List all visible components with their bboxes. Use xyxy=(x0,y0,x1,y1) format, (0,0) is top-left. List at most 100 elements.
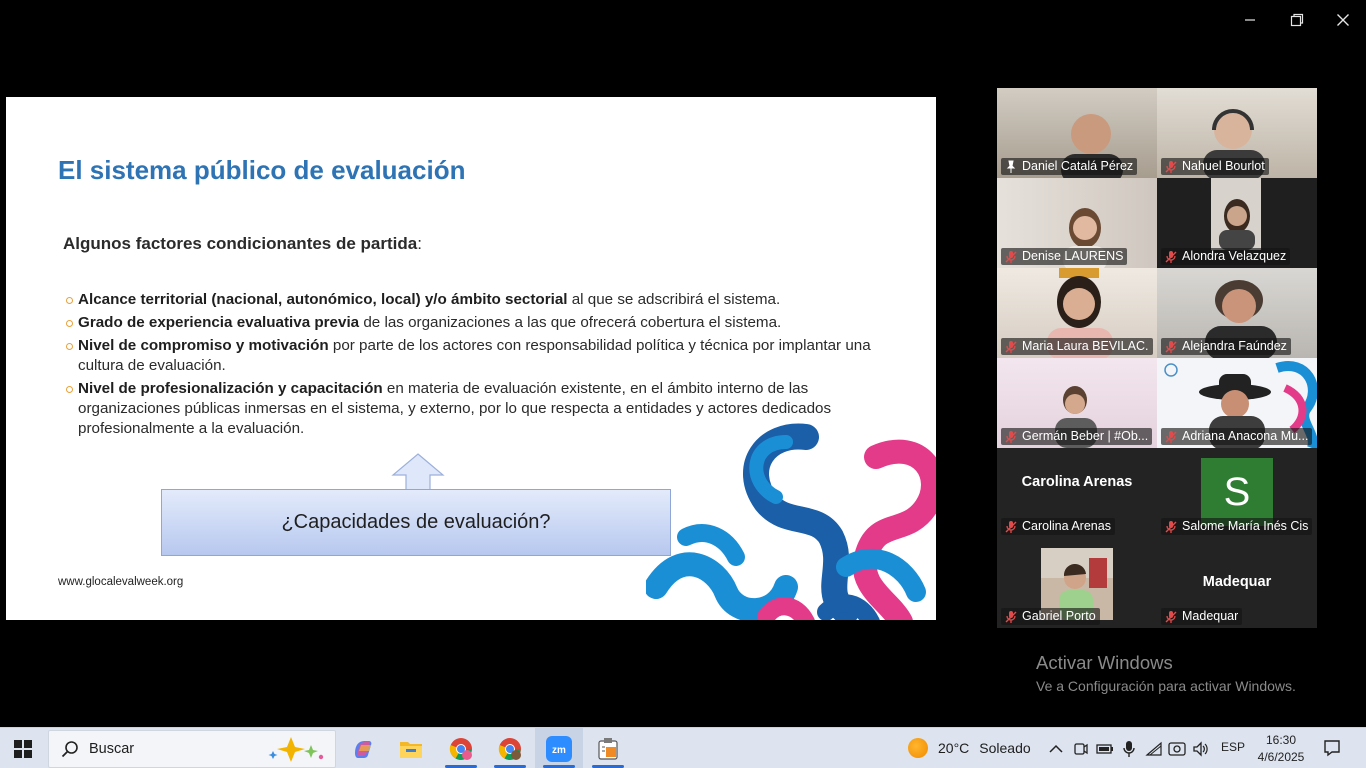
participant-tile[interactable]: Germán Beber | #Ob... xyxy=(997,358,1157,448)
language-indicator[interactable]: ESP xyxy=(1221,740,1245,754)
start-button[interactable] xyxy=(14,740,32,763)
up-arrow-shape xyxy=(391,453,445,491)
taskbar-search[interactable]: Buscar xyxy=(48,730,336,768)
participant-name: Maria Laura BEVILAC... xyxy=(1022,339,1149,353)
participant-label: Carolina Arenas xyxy=(1001,518,1115,535)
weather-temp: 20°C xyxy=(938,740,970,756)
participant-display-name: Carolina Arenas xyxy=(1021,474,1133,490)
muted-mic-icon xyxy=(1005,430,1017,443)
participant-name: Alejandra Faúndez xyxy=(1182,339,1287,353)
participant-tile[interactable]: Adriana Anacona Mu... xyxy=(1157,358,1317,448)
participant-label: Denise LAURENS xyxy=(1001,248,1128,265)
participant-tile[interactable]: S Salome María Inés Cis xyxy=(1157,448,1317,538)
subtitle-bold: Algunos factores condicionantes de parti… xyxy=(63,234,418,253)
copilot-icon xyxy=(355,740,372,758)
copilot-button[interactable] xyxy=(339,728,387,768)
participant-label: Alondra Velazquez xyxy=(1161,248,1291,265)
restore-icon[interactable] xyxy=(1285,8,1309,32)
muted-mic-icon xyxy=(1165,160,1177,173)
desktop-screen: El sistema público de evaluación Algunos… xyxy=(0,0,1366,768)
chevron-up-icon[interactable] xyxy=(1047,740,1065,758)
meet-icon[interactable] xyxy=(1072,740,1090,758)
microphone-icon[interactable] xyxy=(1120,740,1138,758)
participant-label: Salome María Inés Cis xyxy=(1161,518,1313,535)
chrome-button[interactable] xyxy=(437,728,485,768)
windows-logo-icon xyxy=(14,740,32,758)
participant-tile[interactable]: Alejandra Faúndez xyxy=(1157,268,1317,358)
muted-mic-icon xyxy=(1005,340,1017,353)
chrome-profile-icon xyxy=(498,737,521,760)
participant-label: Madequar xyxy=(1161,608,1243,625)
participant-tile[interactable]: Alondra Velazquez xyxy=(1157,178,1317,268)
participant-name: Alondra Velazquez xyxy=(1182,249,1287,263)
avatar: S xyxy=(1201,458,1273,526)
participant-name: Germán Beber | #Ob... xyxy=(1022,429,1149,443)
participant-label: Adriana Anacona Mu... xyxy=(1161,428,1313,445)
pin-icon xyxy=(1006,160,1016,173)
bullet-item: Nivel de compromiso y motivación por par… xyxy=(66,336,896,376)
activation-subtitle: Ve a Configuración para activar Windows. xyxy=(1036,678,1296,694)
bullet-text: al que se adscribirá el sistema. xyxy=(567,291,781,308)
subtitle-colon: : xyxy=(417,234,422,253)
camera-icon[interactable] xyxy=(1168,740,1186,758)
muted-mic-icon xyxy=(1165,430,1177,443)
clock-date: 4/6/2025 xyxy=(1257,750,1305,764)
taskbar: Buscar zm 20°C Soleado ESP 16:30 4/6/202… xyxy=(0,727,1366,768)
participant-label: Germán Beber | #Ob... xyxy=(1001,428,1153,445)
participants-gallery: Daniel Catalá Pérez Nahuel Bourlot Denis… xyxy=(997,88,1317,628)
zoom-button[interactable]: zm xyxy=(535,728,583,768)
search-placeholder: Buscar xyxy=(89,741,135,757)
file-explorer-icon xyxy=(400,741,422,758)
bullet-bold: Nivel de compromiso y motivación xyxy=(78,337,329,354)
sun-icon xyxy=(908,738,928,758)
participant-label: Alejandra Faúndez xyxy=(1161,338,1291,355)
participant-tile[interactable]: Maria Laura BEVILAC... xyxy=(997,268,1157,358)
wifi-icon[interactable] xyxy=(1145,740,1163,758)
notepad-button[interactable] xyxy=(584,728,632,768)
search-highlight-icon xyxy=(268,737,324,762)
slide-title: El sistema público de evaluación xyxy=(58,155,466,185)
notification-icon[interactable] xyxy=(1323,739,1341,762)
muted-mic-icon xyxy=(1005,250,1017,263)
minimize-icon[interactable] xyxy=(1238,8,1262,32)
participant-name: Adriana Anacona Mu... xyxy=(1182,429,1309,443)
bullet-item: Alcance territorial (nacional, autonómic… xyxy=(66,290,896,310)
weather-widget[interactable]: 20°C Soleado xyxy=(908,738,1031,758)
clock[interactable]: 16:30 4/6/2025 xyxy=(1253,732,1309,766)
capacities-box: ¿Capacidades de evaluación? xyxy=(161,489,671,556)
participant-display-name: Madequar xyxy=(1202,574,1272,590)
participant-name: Daniel Catalá Pérez xyxy=(1022,159,1134,173)
bullet-text: de las organizaciones a las que ofrecerá… xyxy=(359,314,782,331)
slide-url: www.glocalevalweek.org xyxy=(58,576,184,588)
participant-tile[interactable]: Nahuel Bourlot xyxy=(1157,88,1317,178)
participant-label: Maria Laura BEVILAC... xyxy=(1001,338,1153,355)
participant-tile[interactable]: Daniel Catalá Pérez xyxy=(997,88,1157,178)
participant-name: Nahuel Bourlot xyxy=(1182,159,1265,173)
weather-condition: Soleado xyxy=(979,740,1031,756)
speaker-icon[interactable] xyxy=(1192,740,1210,758)
battery-icon[interactable] xyxy=(1096,740,1114,758)
file-explorer-button[interactable] xyxy=(387,728,435,768)
chrome-profile-button[interactable] xyxy=(486,728,534,768)
participant-name: Denise LAURENS xyxy=(1022,249,1124,263)
slide-subtitle: Algunos factores condicionantes de parti… xyxy=(63,234,422,254)
muted-mic-icon xyxy=(1005,610,1017,623)
close-icon[interactable] xyxy=(1331,8,1355,32)
muted-mic-icon xyxy=(1165,250,1177,263)
participant-name: Gabriel Porto xyxy=(1022,609,1096,623)
muted-mic-icon xyxy=(1165,520,1177,533)
participant-tile[interactable]: Carolina Arenas Carolina Arenas xyxy=(997,448,1157,538)
muted-mic-icon xyxy=(1005,520,1017,533)
clock-time: 16:30 xyxy=(1265,733,1297,747)
participant-tile[interactable]: Madequar Madequar xyxy=(1157,538,1317,628)
participant-tile[interactable]: Denise LAURENS xyxy=(997,178,1157,268)
zoom-icon: zm xyxy=(546,735,572,762)
participant-name: Carolina Arenas xyxy=(1022,519,1111,533)
chrome-icon xyxy=(449,737,472,760)
participant-label: Daniel Catalá Pérez xyxy=(1001,158,1138,175)
activation-title: Activar Windows xyxy=(1036,652,1173,673)
participant-label: Gabriel Porto xyxy=(1001,608,1100,625)
decorative-graphic xyxy=(646,423,936,620)
bullet-bold: Alcance territorial (nacional, autonómic… xyxy=(78,291,568,308)
participant-tile[interactable]: Gabriel Porto xyxy=(997,538,1157,628)
